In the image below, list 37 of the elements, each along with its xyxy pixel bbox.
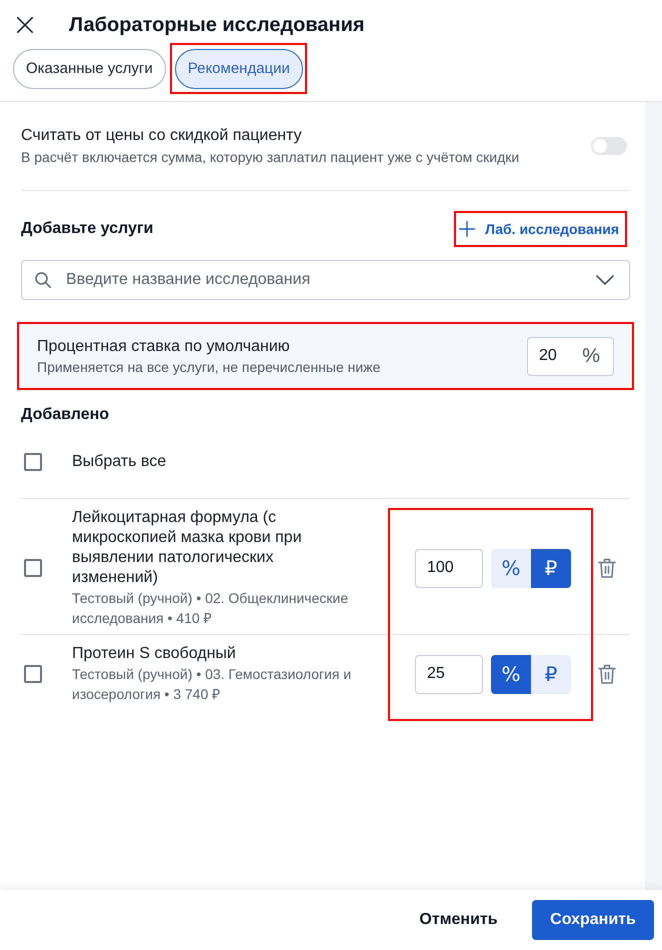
select-all-label: Выбрать все bbox=[72, 452, 166, 472]
setting-title: Считать от цены со скидкой пациенту bbox=[21, 126, 303, 146]
dialog-title: Лабораторные исследования bbox=[69, 12, 365, 38]
rate-title: Процентная ставка по умолчанию bbox=[37, 336, 291, 356]
unit-suffix: % bbox=[582, 344, 600, 368]
checkbox[interactable] bbox=[24, 665, 42, 683]
scrollbar-track[interactable] bbox=[645, 102, 662, 890]
section-heading: Добавьте услуги bbox=[21, 219, 154, 239]
trash-icon[interactable] bbox=[598, 558, 616, 578]
close-icon bbox=[17, 16, 33, 32]
save-button[interactable]: Сохранить bbox=[532, 900, 654, 940]
close-button[interactable] bbox=[15, 14, 35, 34]
unit-option[interactable]: ₽ bbox=[531, 654, 571, 694]
trash-icon[interactable] bbox=[598, 664, 616, 684]
service-details: Тестовый (ручной) • 03. Гемостазиология и изосерология • 3 740 ₽ bbox=[72, 665, 352, 704]
service-name: Протеин S свободный bbox=[72, 644, 237, 664]
plus-icon bbox=[459, 221, 476, 237]
unit-option[interactable]: ₽ bbox=[531, 548, 571, 588]
section-heading: Добавлено bbox=[21, 405, 110, 425]
search-field[interactable]: Введите название исследования bbox=[21, 260, 630, 300]
value-input[interactable]: 100 bbox=[415, 548, 483, 588]
setting-description: В расчёт включается сумма, которую заплатил пациент уже с учётом скидки bbox=[21, 148, 520, 167]
unit-option[interactable]: % bbox=[491, 548, 531, 588]
search-icon bbox=[35, 272, 51, 288]
checkbox[interactable] bbox=[24, 453, 42, 471]
checkbox[interactable] bbox=[24, 559, 42, 577]
tab[interactable]: Рекомендации bbox=[174, 49, 303, 89]
value-input[interactable]: 25 bbox=[415, 654, 483, 694]
unit-option[interactable]: % bbox=[491, 654, 531, 694]
chevron-down-icon[interactable] bbox=[596, 275, 614, 285]
service-name: Лейкоцитарная формула (с микроскопией мазка крови при выявлении патологических изменений) bbox=[72, 508, 303, 588]
tab[interactable]: Оказанные услуги bbox=[13, 49, 166, 89]
service-details: Тестовый (ручной) • 02. Общеклинические исследования • 410 ₽ bbox=[72, 589, 350, 628]
cancel-button[interactable]: Отменить bbox=[405, 900, 512, 940]
rate-description: Применяется на все услуги, не перечисленные ниже bbox=[37, 358, 380, 376]
add-lab-test-button[interactable]: Лаб. исследования bbox=[457, 213, 622, 245]
toggle-switch[interactable] bbox=[591, 137, 627, 155]
